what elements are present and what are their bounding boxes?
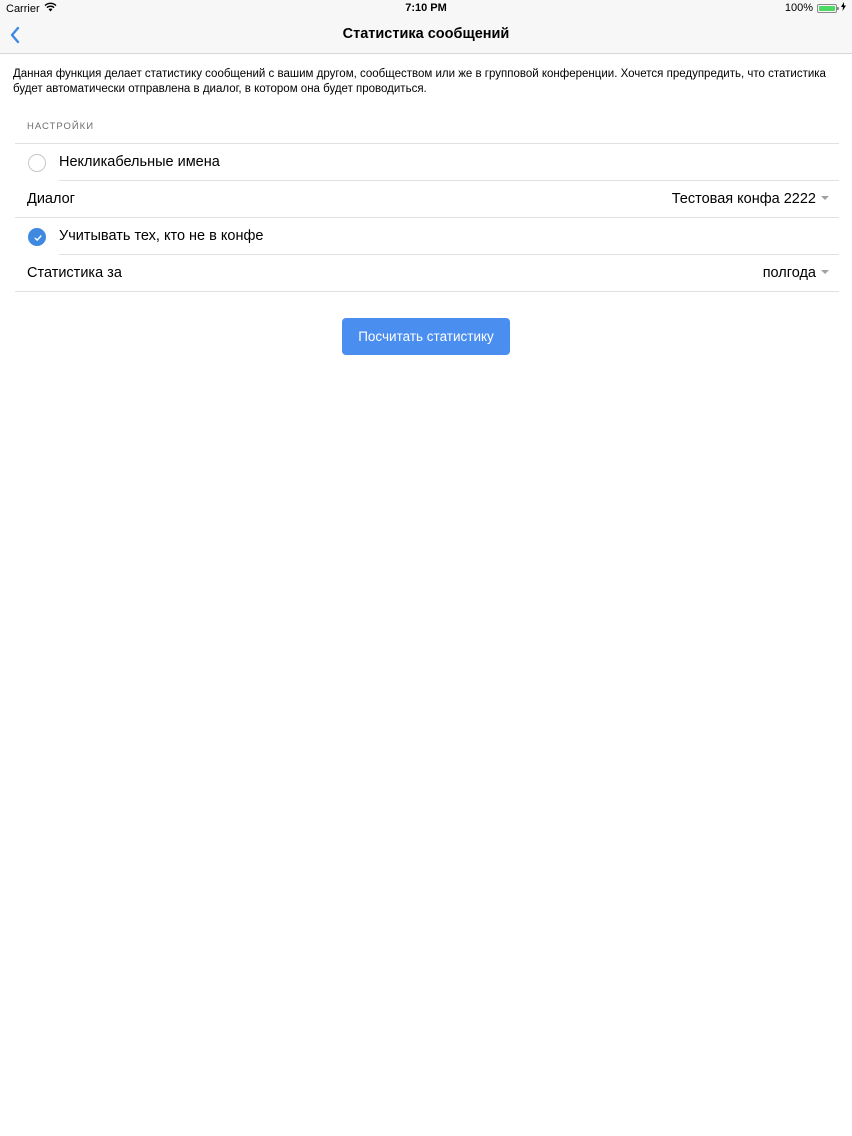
bolt-icon — [841, 2, 846, 14]
dialog-select[interactable]: Тестовая конфа 2222 — [672, 191, 829, 207]
page-title: Статистика сообщений — [342, 26, 510, 42]
clock: 7:10 PM — [405, 2, 447, 14]
period-label: Статистика за — [27, 265, 122, 281]
settings-list: Некликабельные имена Диалог Тестовая кон… — [15, 143, 839, 292]
screen: Carrier 7:10 PM 100% Статистика сообщени… — [0, 0, 852, 1136]
status-right: 100% — [785, 2, 846, 14]
section-header-settings: НАСТРОЙКИ — [27, 121, 95, 132]
unclickable-names-checkbox[interactable] — [28, 154, 46, 172]
period-select[interactable]: полгода — [763, 265, 829, 281]
period-row[interactable]: Статистика за полгода — [15, 255, 839, 292]
dialog-row[interactable]: Диалог Тестовая конфа 2222 — [15, 181, 839, 218]
caret-down-icon — [821, 270, 829, 274]
count-absent-checkbox[interactable] — [28, 228, 46, 246]
calculate-statistics-button[interactable]: Посчитать статистику — [342, 318, 510, 355]
count-absent-row[interactable]: Учитывать тех, кто не в конфе — [15, 218, 839, 255]
dialog-value: Тестовая конфа 2222 — [671, 191, 816, 207]
dialog-label: Диалог — [27, 191, 75, 207]
status-bar: Carrier 7:10 PM 100% — [0, 0, 852, 17]
unclickable-names-label: Некликабельные имена — [59, 154, 220, 170]
battery-icon — [817, 3, 839, 13]
period-value: полгода — [762, 265, 816, 281]
battery-percent: 100% — [784, 2, 813, 14]
battery-fill — [819, 5, 835, 11]
unclickable-names-row[interactable]: Некликабельные имена — [15, 144, 839, 181]
checkmark-icon — [34, 235, 42, 241]
description-text: Данная функция делает статистику сообщен… — [13, 68, 826, 95]
count-absent-label: Учитывать тех, кто не в конфе — [59, 228, 264, 244]
navigation-bar: Статистика сообщений — [0, 17, 852, 54]
caret-down-icon — [821, 196, 829, 200]
battery-cap — [837, 6, 839, 10]
